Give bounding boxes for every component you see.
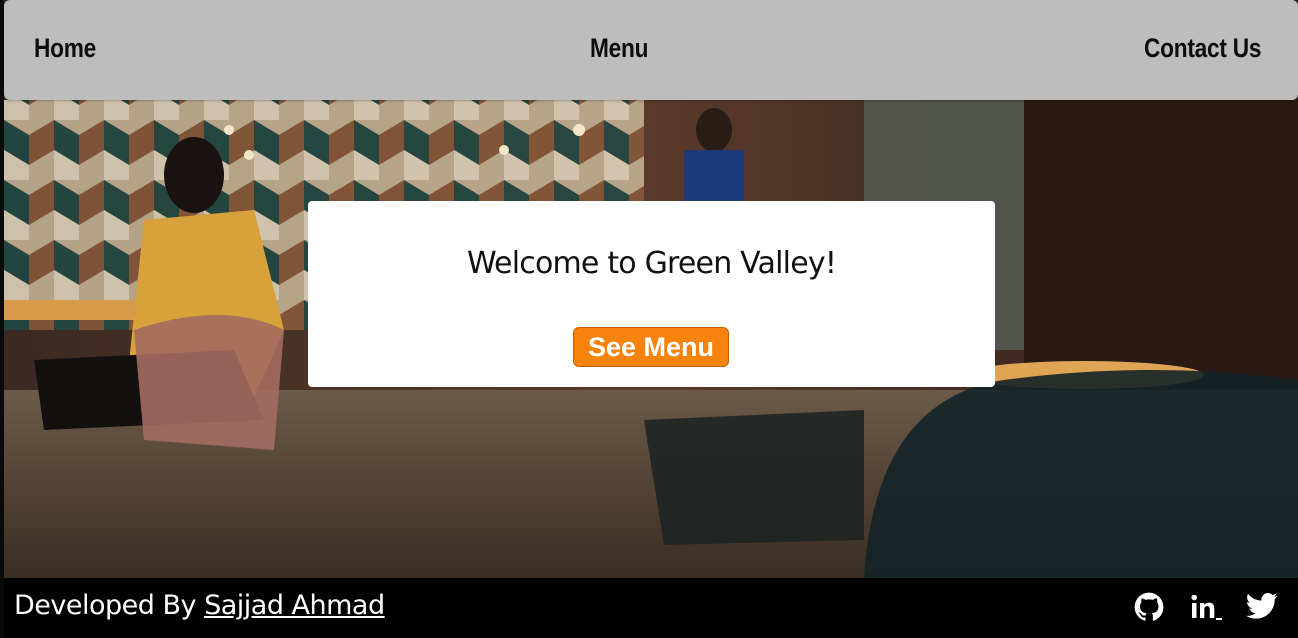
nav-contact-link[interactable]: Contact Us — [1144, 33, 1261, 64]
see-menu-button[interactable]: See Menu — [573, 327, 729, 367]
nav-menu-link[interactable]: Menu — [590, 33, 648, 64]
twitter-icon[interactable] — [1246, 592, 1280, 626]
footer-credit: Developed By Sajjad Ahmad — [14, 590, 385, 621]
github-icon[interactable] — [1134, 592, 1168, 626]
welcome-title: Welcome to Green Valley! — [466, 246, 837, 281]
footer-prefix: Developed By — [14, 590, 197, 621]
top-navbar: Home Menu Contact Us — [4, 0, 1298, 100]
footer: Developed By Sajjad Ahmad — [4, 578, 1298, 638]
author-link[interactable]: Sajjad Ahmad — [204, 590, 385, 621]
linkedin-icon[interactable] — [1190, 592, 1224, 626]
welcome-card: Welcome to Green Valley! See Menu — [308, 201, 995, 387]
nav-home-link[interactable]: Home — [34, 33, 96, 64]
